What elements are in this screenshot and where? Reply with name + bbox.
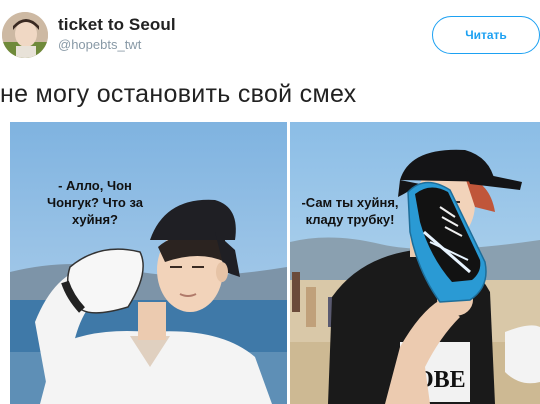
avatar[interactable] bbox=[2, 12, 48, 58]
author-name[interactable]: ticket to Seoul bbox=[58, 15, 176, 35]
tweet-header: ticket to Seoul @hopebts_twt Читать bbox=[0, 0, 540, 70]
meme-image-left[interactable]: - Алло, Чон Чонгук? Что за хуйня? bbox=[10, 122, 287, 404]
follow-button[interactable]: Читать bbox=[432, 16, 540, 54]
meme-caption-right: -Сам ты хуйня, кладу трубку! bbox=[301, 195, 399, 227]
meme-image-right[interactable]: OBE -Сам ты хуйня, кладу трубку! bbox=[290, 122, 540, 404]
meme-caption-left: - Алло, Чон Чонгук? Что за хуйня? bbox=[46, 178, 144, 227]
author-handle[interactable]: @hopebts_twt bbox=[58, 37, 141, 52]
tweet-text: не могу остановить свой смех bbox=[0, 80, 357, 108]
